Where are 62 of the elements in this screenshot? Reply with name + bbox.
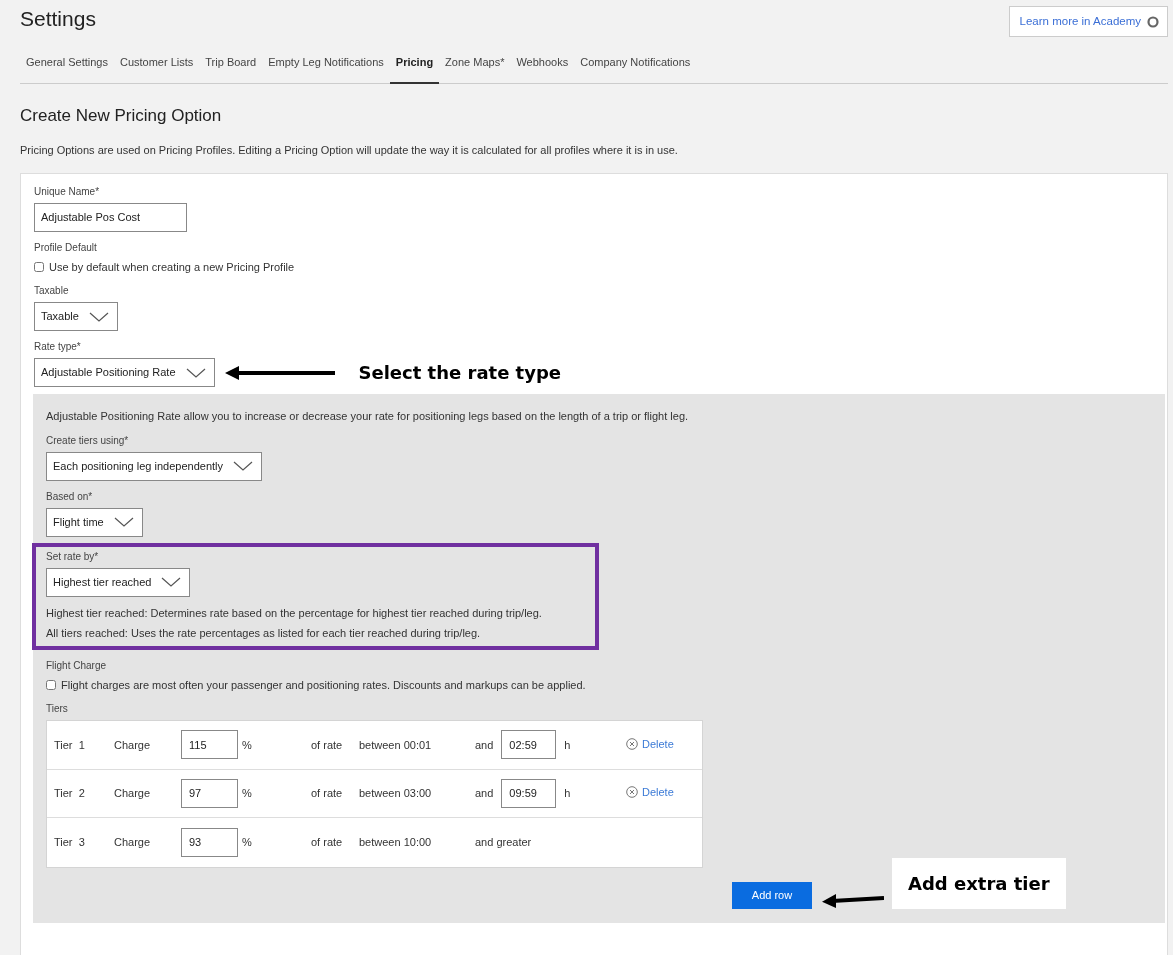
- range-label: and greater: [475, 835, 532, 851]
- tier-label: Tier 2: [54, 786, 86, 802]
- academy-link[interactable]: Learn more in Academy: [1008, 6, 1168, 38]
- percent-sign: %: [242, 835, 253, 851]
- panel-description: Adjustable Positioning Rate allow you to increase or decrease your rate for positioning legs based on the length of a trip or flight leg.: [46, 409, 690, 425]
- range-label: and: [475, 737, 494, 753]
- annotation-text: Select the rate type: [358, 361, 562, 386]
- time-input-field[interactable]: 02:59: [501, 730, 557, 760]
- time-input-field[interactable]: 09:59: [501, 778, 557, 808]
- percent-input-field[interactable]: 115: [181, 730, 238, 760]
- settings-tab[interactable]: Company Notifications: [574, 45, 697, 84]
- charge-label: Charge: [114, 737, 152, 753]
- checkbox-label: Use by default when creating a new Pricing Profile: [49, 259, 295, 275]
- percent-sign: %: [242, 737, 253, 753]
- field-label: Rate type*: [34, 340, 82, 355]
- unit-label: h: [564, 786, 571, 802]
- range-label: and: [475, 786, 494, 802]
- settings-tab[interactable]: Pricing: [389, 45, 440, 84]
- range-start: between 10:00: [359, 835, 433, 851]
- field-label: Set rate by*: [46, 549, 100, 564]
- unit-label: h: [564, 737, 571, 753]
- settings-tab[interactable]: Customer Lists: [113, 45, 200, 84]
- settings-tab[interactable]: Webhooks: [510, 45, 575, 84]
- percent-input-field[interactable]: 97: [181, 778, 238, 808]
- settings-tab[interactable]: Zone Maps*: [439, 45, 511, 84]
- rate-label: of rate: [311, 737, 344, 753]
- settings-tab[interactable]: Empty Leg Notifications: [262, 45, 390, 84]
- delete-link[interactable]: Delete: [626, 784, 674, 801]
- range-start: between 03:00: [359, 786, 433, 802]
- field-label: Flight Charge: [46, 658, 108, 673]
- annotation-text: Add extra tier: [908, 872, 1050, 894]
- section-description: Pricing Options are used on Pricing Profiles. Editing a Pricing Option will update the way it is calculated for all profiles where it is in use.: [20, 143, 679, 159]
- charge-label: Charge: [114, 835, 152, 851]
- rate-type-dropdown[interactable]: Adjustable Positioning Rate: [34, 358, 215, 388]
- delete-link[interactable]: Delete: [626, 735, 674, 752]
- tier-label: Tier 1: [54, 737, 86, 753]
- tier-label: Tier 3: [54, 835, 86, 851]
- tiers-dropdown[interactable]: Each positioning leg independently: [46, 451, 263, 481]
- field-label: Taxable: [34, 284, 70, 299]
- field-label: Unique Name*: [34, 184, 101, 199]
- based-on-dropdown[interactable]: Flight time: [46, 507, 143, 537]
- set-rate-dropdown[interactable]: Highest tier reached: [46, 567, 191, 597]
- name-input-field[interactable]: Adjustable Pos Cost: [34, 202, 187, 232]
- field-label: Profile Default: [34, 240, 98, 255]
- help-text: Highest tier reached: Determines rate based on the percentage for highest tier reached during trip/leg.: [46, 605, 543, 621]
- settings-tab[interactable]: Trip Board: [199, 45, 263, 84]
- field-label: Create tiers using*: [46, 433, 130, 448]
- percent-sign: %: [242, 786, 253, 802]
- rate-label: of rate: [311, 786, 344, 802]
- checkbox-label: Flight charges are most often your passenger and positioning rates. Discounts and markups can be applied.: [61, 677, 586, 693]
- percent-input-field[interactable]: 93: [181, 827, 238, 857]
- field-label: Based on*: [46, 489, 94, 504]
- page-title: Settings: [20, 6, 96, 32]
- rate-label: of rate: [311, 835, 344, 851]
- add-row-button[interactable]: Add row: [732, 881, 812, 909]
- field-label: Tiers: [46, 702, 69, 717]
- settings-tab[interactable]: General Settings: [20, 45, 114, 84]
- taxable-dropdown[interactable]: Taxable: [34, 302, 118, 332]
- help-text: All tiers reached: Uses the rate percentages as listed for each tier reached during trip/leg.: [46, 626, 482, 642]
- charge-label: Charge: [114, 786, 152, 802]
- range-start: between 00:01: [359, 737, 433, 753]
- section-title: Create New Pricing Option: [20, 105, 223, 127]
